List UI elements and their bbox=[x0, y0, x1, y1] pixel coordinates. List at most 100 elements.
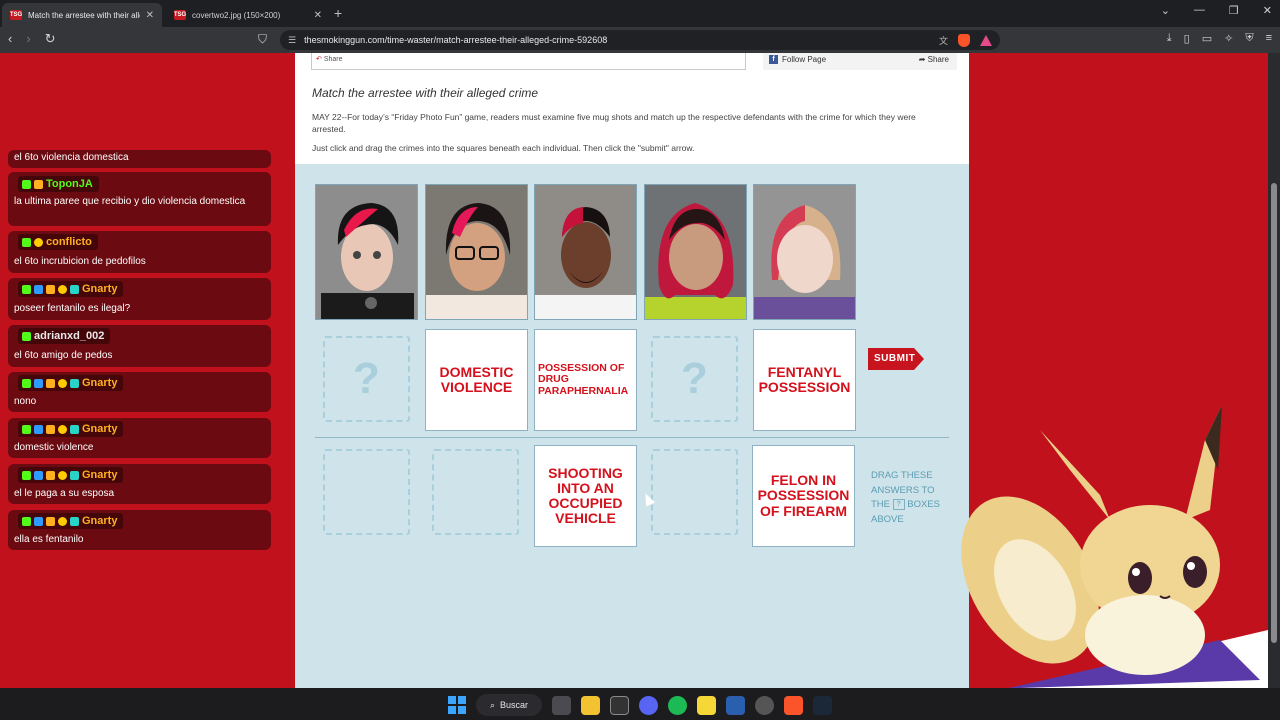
brave-browser-icon[interactable] bbox=[784, 695, 804, 715]
crime-card-fentanyl-possession[interactable]: FENTANYL POSSESSION bbox=[753, 329, 856, 431]
kick-badge-icon bbox=[22, 237, 31, 247]
gift-badge-icon bbox=[58, 424, 67, 434]
question-mark-icon: ? bbox=[681, 354, 708, 403]
gift-badge-icon bbox=[58, 516, 67, 526]
valorant-icon[interactable] bbox=[610, 695, 630, 715]
crime-card-drug-paraphernalia[interactable]: POSSESSION OF DRUG PARAPHERNALIA bbox=[534, 329, 637, 431]
facebook-share-button[interactable]: ➦ Share bbox=[919, 55, 949, 64]
tab-active[interactable]: TSG Match the arrestee with their alle ✕ bbox=[2, 3, 162, 27]
sub-badge-icon bbox=[70, 378, 79, 388]
steam-icon[interactable] bbox=[813, 695, 833, 715]
file-explorer-icon[interactable] bbox=[581, 695, 601, 715]
reload-icon[interactable]: ↻ bbox=[45, 31, 56, 47]
translate-icon[interactable]: 文 bbox=[939, 34, 948, 47]
drop-slot-4[interactable]: ? bbox=[651, 336, 738, 422]
gift-badge-icon bbox=[58, 284, 67, 294]
answer-slot-empty bbox=[432, 449, 519, 535]
site-info-icon[interactable]: ☰ bbox=[288, 35, 296, 46]
chat-username[interactable]: adrianxd_002 bbox=[34, 330, 104, 342]
windows-taskbar: ⌕ Buscar bbox=[0, 688, 1280, 720]
task-view-icon[interactable] bbox=[552, 695, 572, 715]
chat-username[interactable]: Gnarty bbox=[82, 469, 117, 481]
verified-badge-icon bbox=[34, 284, 43, 294]
leo-ai-icon[interactable]: ✧ bbox=[1224, 32, 1233, 45]
chat-message-text: el le paga a su esposa bbox=[14, 488, 115, 499]
chat-message: Gnarty ella es fentanilo bbox=[8, 510, 271, 550]
taskbar-icons: ⌕ Buscar bbox=[448, 694, 833, 716]
og-badge-icon bbox=[46, 516, 55, 526]
chat-message: conflicto el 6to incrubicion de pedofilo… bbox=[8, 231, 271, 273]
kick-badge-icon bbox=[22, 284, 31, 294]
chat-username[interactable]: Gnarty bbox=[82, 515, 117, 527]
crime-card-felon-firearm[interactable]: FELON IN POSSESSION OF FIREARM bbox=[752, 445, 855, 547]
chevron-down-icon[interactable]: ⌄ bbox=[1161, 4, 1170, 17]
brave-rewards-icon[interactable] bbox=[980, 34, 992, 46]
brave-shield-icon[interactable] bbox=[958, 33, 970, 47]
scrollbar-thumb[interactable] bbox=[1271, 183, 1277, 643]
crime-card-domestic-violence[interactable]: DOMESTIC VIOLENCE bbox=[425, 329, 528, 431]
question-mark-icon: ? bbox=[353, 354, 380, 403]
submit-button[interactable]: SUBMIT bbox=[868, 348, 924, 370]
chat-username[interactable]: Gnarty bbox=[82, 423, 117, 435]
windows-start-icon[interactable] bbox=[448, 696, 466, 714]
obs-icon[interactable] bbox=[755, 695, 775, 715]
chat-message-text: el 6to amigo de pedos bbox=[14, 350, 113, 361]
tab-image[interactable]: TSG covertwo2.jpg (150×200) ✕ bbox=[166, 3, 330, 27]
chat-message: Gnarty domestic violence bbox=[8, 418, 271, 458]
wallet-icon[interactable]: ▭ bbox=[1202, 32, 1212, 45]
chat-message-text: domestic violence bbox=[14, 442, 94, 453]
forward-icon[interactable]: › bbox=[26, 31, 30, 47]
crime-card-shooting-vehicle[interactable]: SHOOTING INTO AN OCCUPIED VEHICLE bbox=[534, 445, 637, 547]
gift-badge-icon bbox=[58, 378, 67, 388]
chat-username-badge: conflicto bbox=[18, 234, 98, 250]
tab-title: covertwo2.jpg (150×200) bbox=[192, 10, 281, 20]
facebook-share-label: Share bbox=[927, 55, 949, 64]
chat-username[interactable]: conflicto bbox=[46, 236, 92, 248]
sidebar-icon[interactable]: ▯ bbox=[1184, 32, 1190, 45]
answer-slot-empty bbox=[651, 449, 738, 535]
close-window-icon[interactable]: ✕ bbox=[1263, 4, 1272, 17]
chat-username-badge: Gnarty bbox=[18, 513, 124, 529]
chat-username-badge: Gnarty bbox=[18, 375, 124, 391]
page-scrollbar[interactable] bbox=[1268, 53, 1280, 688]
back-icon[interactable]: ‹ bbox=[8, 31, 12, 47]
chat-username[interactable]: ToponJA bbox=[46, 178, 93, 190]
kick-badge-icon bbox=[22, 378, 31, 388]
drop-slot-1[interactable]: ? bbox=[323, 336, 410, 422]
menu-icon[interactable]: ≡ bbox=[1266, 32, 1272, 45]
taskbar-search[interactable]: ⌕ Buscar bbox=[476, 694, 543, 716]
kick-badge-icon bbox=[22, 516, 31, 526]
chat-message: el 6to violencia domestica bbox=[8, 150, 271, 168]
follow-page-label: Follow Page bbox=[782, 55, 827, 64]
vpn-icon[interactable]: ⛨ bbox=[1245, 32, 1253, 45]
verified-badge-icon bbox=[34, 470, 43, 480]
chat-message-text: la ultima paree que recibio y dio violen… bbox=[14, 196, 246, 207]
chat-username[interactable]: Gnarty bbox=[82, 377, 117, 389]
minimize-icon[interactable]: — bbox=[1194, 4, 1205, 17]
close-icon[interactable]: ✕ bbox=[314, 10, 322, 21]
bookmark-icon[interactable]: ⛉ bbox=[258, 32, 267, 47]
drag-hint: DRAG THESE ANSWERS TO THE ? BOXES ABOVE bbox=[871, 469, 951, 527]
facebook-icon: f bbox=[769, 55, 778, 64]
download-icon[interactable]: ⤓ bbox=[1167, 32, 1172, 45]
new-tab-icon[interactable]: + bbox=[334, 5, 342, 21]
share-link[interactable]: Share bbox=[324, 56, 343, 63]
chat-message: ToponJA la ultima paree que recibio y di… bbox=[8, 172, 271, 226]
mugshot-5 bbox=[753, 184, 856, 320]
verified-badge-icon bbox=[34, 516, 43, 526]
follow-page-button[interactable]: f Follow Page bbox=[769, 55, 826, 64]
spotify-icon[interactable] bbox=[668, 695, 688, 715]
chat-username[interactable]: Gnarty bbox=[82, 283, 117, 295]
og-badge-icon bbox=[46, 470, 55, 480]
discord-icon[interactable] bbox=[639, 695, 659, 715]
app-icon[interactable] bbox=[726, 695, 746, 715]
sticky-notes-icon[interactable] bbox=[697, 695, 717, 715]
url-input[interactable]: ☰ thesmokinggun.com/time-waster/match-ar… bbox=[280, 30, 1000, 50]
kick-badge-icon bbox=[22, 470, 31, 480]
maximize-icon[interactable]: ❐ bbox=[1229, 4, 1239, 17]
divider bbox=[315, 437, 949, 438]
chat-message: adrianxd_002 el 6to amigo de pedos bbox=[8, 325, 271, 367]
close-icon[interactable]: ✕ bbox=[146, 10, 154, 21]
tsg-favicon-icon: TSG bbox=[173, 10, 187, 20]
share-icon: ➦ bbox=[918, 55, 926, 64]
